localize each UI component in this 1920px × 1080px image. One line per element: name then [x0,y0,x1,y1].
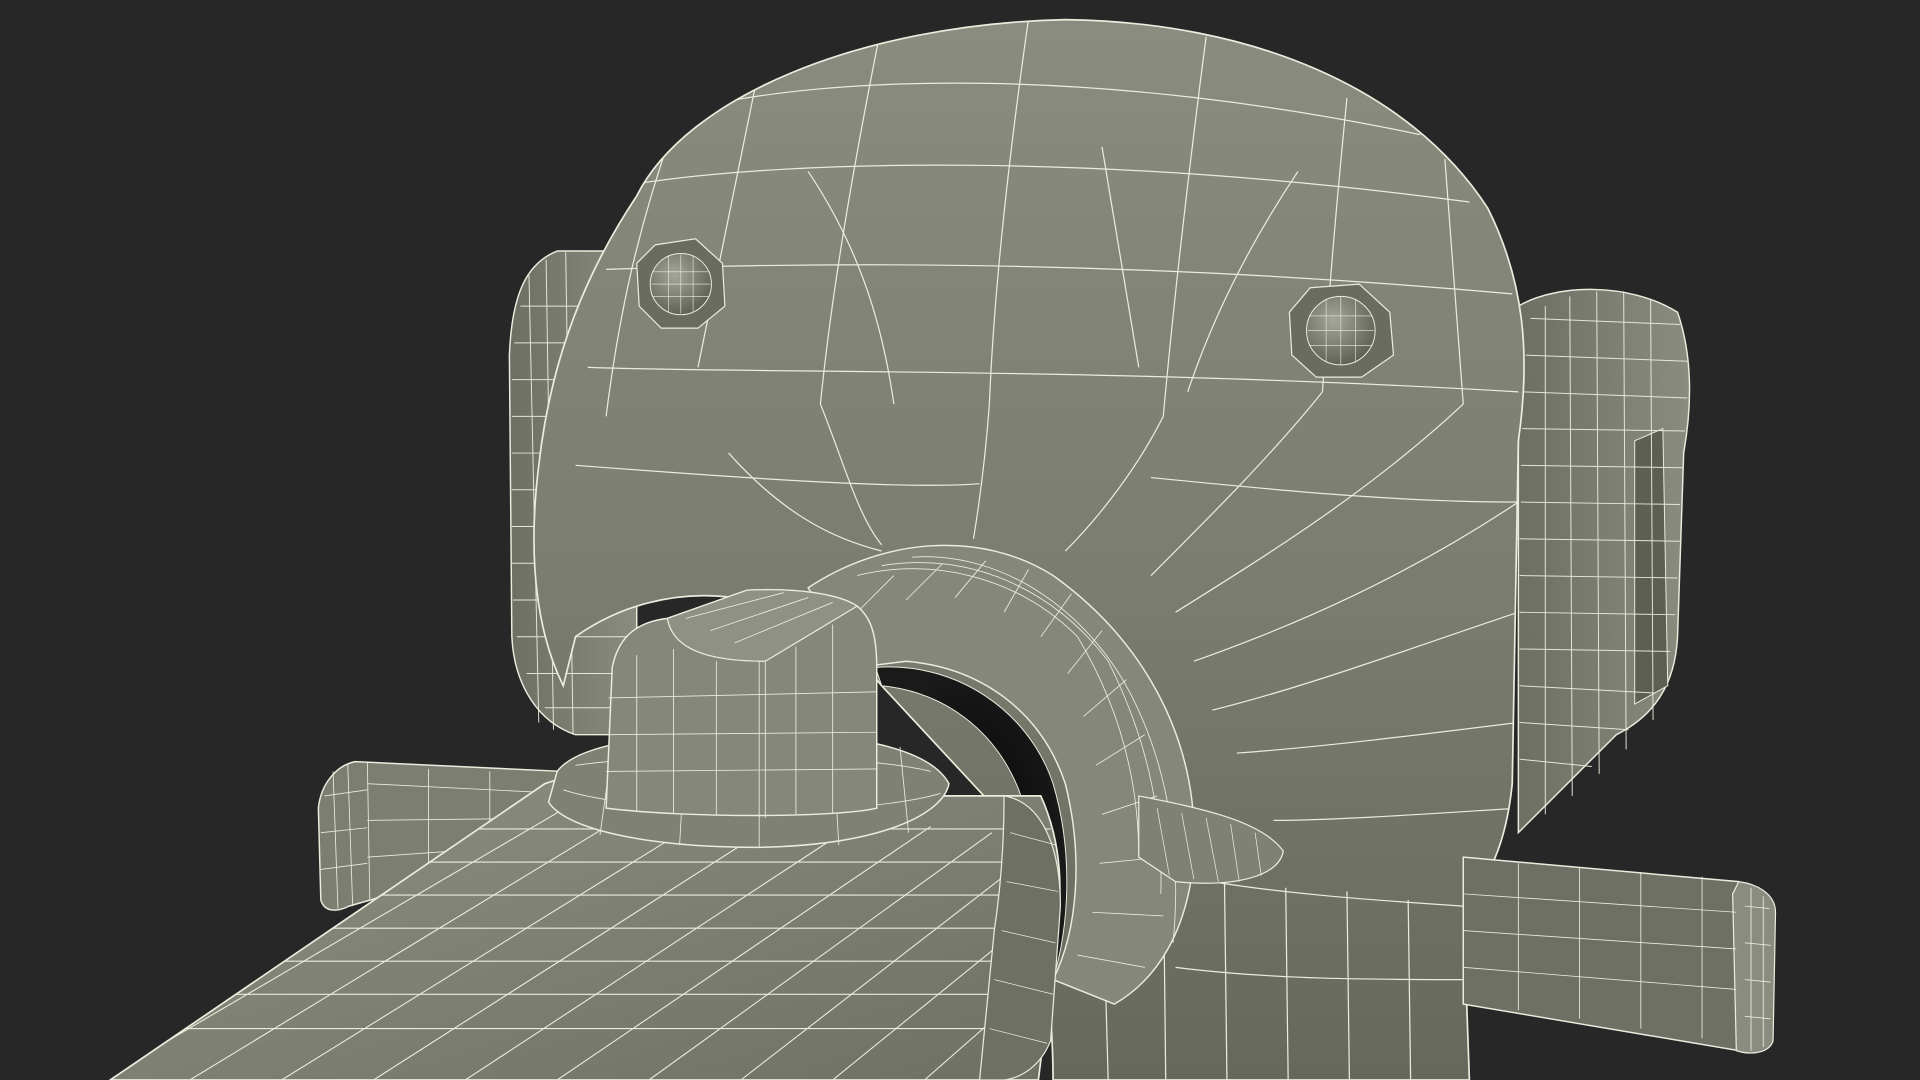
right-handle-arm [1462,856,1777,1054]
ct-scanner-wireframe-render [108,18,1777,1080]
right-side-panel [1517,288,1691,835]
viewport [0,0,1920,1080]
